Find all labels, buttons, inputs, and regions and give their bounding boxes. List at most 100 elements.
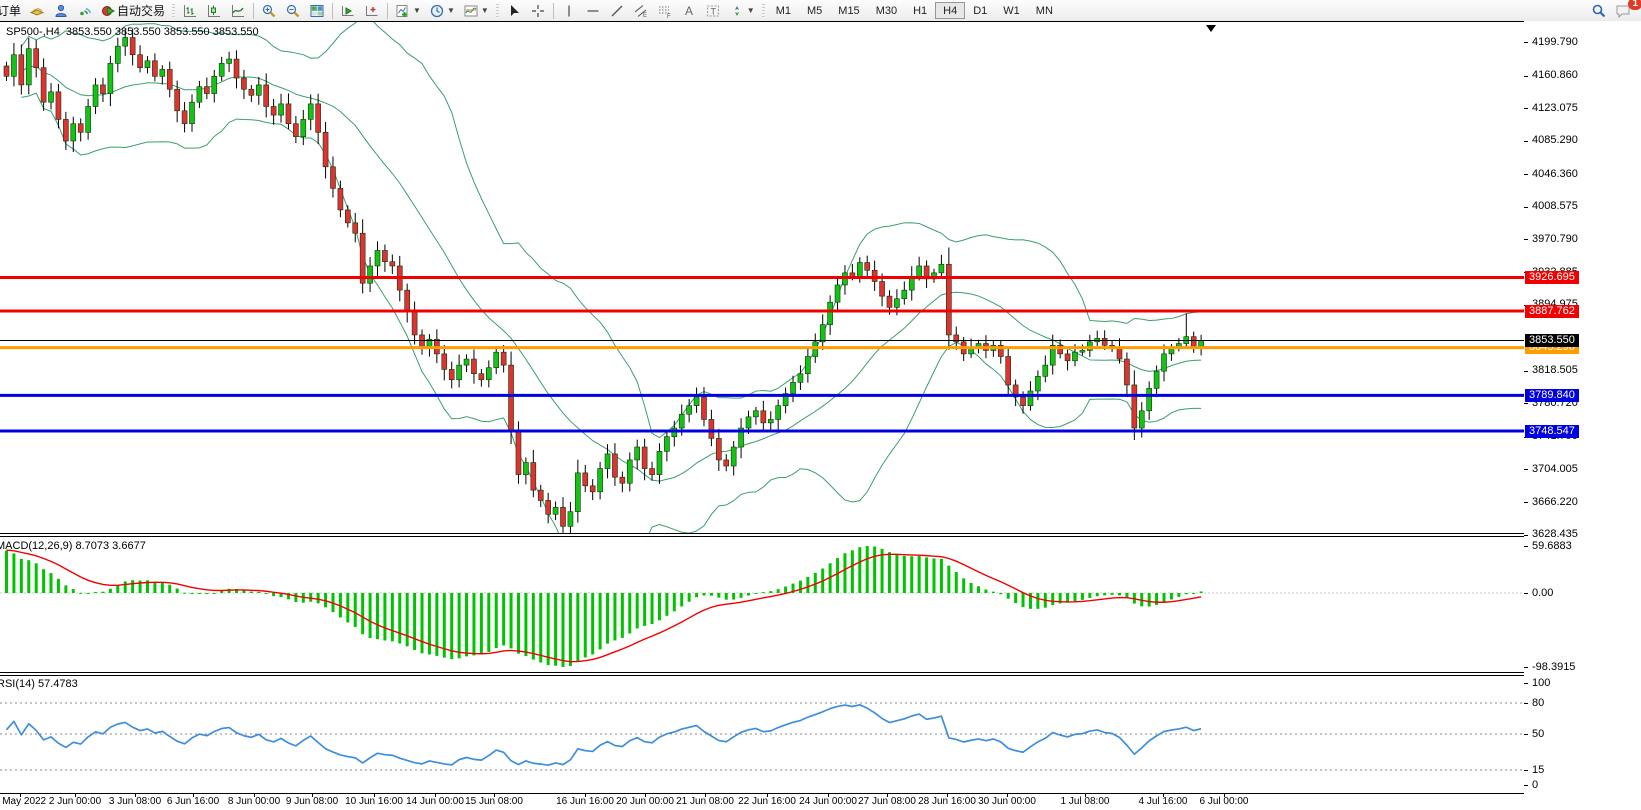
axis-tick bbox=[1524, 76, 1528, 77]
bollinger-lower-line bbox=[21, 93, 1201, 533]
timeframe-w1[interactable]: W1 bbox=[995, 1, 1028, 21]
time-tick bbox=[135, 793, 136, 797]
cursor-tool-icon[interactable] bbox=[503, 2, 525, 20]
time-tick bbox=[20, 793, 21, 797]
panel-divider[interactable] bbox=[0, 533, 1641, 534]
trendline-tool-icon[interactable] bbox=[606, 2, 628, 20]
rsi-tick-label: 80 bbox=[1532, 697, 1544, 710]
time-tick-label: 24 Jun 00:00 bbox=[799, 796, 857, 807]
toolbar-separator bbox=[253, 3, 254, 19]
candles-group bbox=[4, 29, 1204, 533]
auto-scroll-icon[interactable] bbox=[337, 2, 359, 20]
zoom-in-icon[interactable] bbox=[258, 2, 280, 20]
time-tick bbox=[947, 793, 948, 797]
panel-divider[interactable] bbox=[0, 536, 1641, 537]
timeframe-m30[interactable]: M30 bbox=[868, 1, 905, 21]
zoom-out-icon[interactable] bbox=[282, 2, 304, 20]
candlestick-mode-icon[interactable] bbox=[203, 2, 225, 20]
rsi-panel[interactable] bbox=[0, 676, 1524, 794]
autotrading-button[interactable]: 自动交易 bbox=[98, 2, 168, 20]
indicators-button[interactable]: ▼ bbox=[460, 2, 492, 20]
bollinger-middle-line bbox=[21, 66, 1201, 481]
time-tick bbox=[887, 793, 888, 797]
time-tick-label: 2 Jun 00:00 bbox=[49, 796, 101, 807]
axis-tick bbox=[1524, 593, 1528, 594]
svg-text:F: F bbox=[667, 14, 671, 19]
price-axis[interactable]: 4199.7904160.8604123.0754085.2904046.360… bbox=[1524, 21, 1641, 794]
trading-platform-window: 订单 自动交易 bbox=[0, 0, 1641, 810]
macd-tick-label: 59.6883 bbox=[1532, 540, 1572, 553]
axis-tick bbox=[1524, 141, 1528, 142]
bar-shift-marker[interactable] bbox=[1206, 25, 1216, 32]
time-tick bbox=[312, 793, 313, 797]
macd-panel[interactable] bbox=[0, 537, 1524, 672]
new-order-button[interactable]: 订单 bbox=[0, 2, 24, 20]
price-tick-label: 4085.290 bbox=[1532, 134, 1578, 147]
macd-tick-label: 0.00 bbox=[1532, 587, 1553, 600]
chevron-down-icon: ▼ bbox=[747, 6, 755, 15]
toolbar-grip[interactable] bbox=[172, 4, 175, 18]
profiles-button[interactable]: ▼ bbox=[426, 2, 458, 20]
new-chart-button[interactable]: ▼ bbox=[392, 2, 424, 20]
panel-divider[interactable] bbox=[0, 675, 1641, 676]
toolbar-grip[interactable] bbox=[496, 4, 499, 18]
time-tick-label: 6 Jul 00:00 bbox=[1200, 796, 1249, 807]
price-tick-label: 4160.860 bbox=[1532, 69, 1578, 82]
arrows-tool-icon[interactable]: ▼ bbox=[726, 2, 758, 20]
time-tick-label: 27 Jun 08:00 bbox=[858, 796, 916, 807]
signal-icon[interactable] bbox=[74, 2, 96, 20]
timeframe-m1[interactable]: M1 bbox=[768, 1, 799, 21]
time-axis[interactable]: 1 May 20222 Jun 00:003 Jun 08:006 Jun 16… bbox=[0, 794, 1641, 810]
rsi-tick-label: 50 bbox=[1532, 728, 1544, 741]
axis-tick bbox=[1524, 371, 1528, 372]
main-chart-panel[interactable] bbox=[0, 22, 1524, 533]
time-tick-label: 21 Jun 08:00 bbox=[676, 796, 734, 807]
horizontal-lines[interactable] bbox=[0, 277, 1524, 431]
text-tool-icon[interactable]: A bbox=[678, 2, 700, 20]
time-tick bbox=[1163, 793, 1164, 797]
bar-chart-mode-icon[interactable] bbox=[179, 2, 201, 20]
toolbar-grip[interactable] bbox=[762, 4, 765, 18]
timeframe-mn[interactable]: MN bbox=[1028, 1, 1061, 21]
macd-indicator-label: MACD(12,26,9) 8.7073 3.6677 bbox=[0, 540, 146, 552]
crosshair-tool-icon[interactable] bbox=[527, 2, 549, 20]
axis-tick bbox=[1524, 703, 1528, 704]
panel-divider[interactable] bbox=[0, 672, 1641, 673]
axis-tick bbox=[1524, 469, 1528, 470]
price-tick-label: 3666.220 bbox=[1532, 496, 1578, 509]
contacts-icon[interactable] bbox=[50, 2, 72, 20]
timeframe-h4[interactable]: H4 bbox=[935, 2, 965, 19]
rsi-tick-label: 100 bbox=[1532, 677, 1550, 690]
tile-windows-icon[interactable] bbox=[306, 2, 328, 20]
vertical-line-tool-icon[interactable] bbox=[558, 2, 580, 20]
timeframe-d1[interactable]: D1 bbox=[965, 1, 995, 21]
timeframe-m5[interactable]: M5 bbox=[799, 1, 830, 21]
toolbar-separator bbox=[553, 3, 554, 19]
equidistant-channel-tool-icon[interactable]: E bbox=[630, 2, 652, 20]
fibonacci-tool-icon[interactable]: F bbox=[654, 2, 676, 20]
time-tick-label: 3 Jun 08:00 bbox=[109, 796, 161, 807]
price-badge: 3748.547 bbox=[1525, 425, 1579, 438]
price-tick-label: 3704.005 bbox=[1532, 463, 1578, 476]
chat-button[interactable]: 1 bbox=[1612, 2, 1635, 20]
toolbar: 订单 自动交易 bbox=[0, 0, 1641, 22]
time-tick bbox=[1085, 793, 1086, 797]
rsi-tick-label: 15 bbox=[1532, 764, 1544, 777]
gold-bars-icon[interactable] bbox=[26, 2, 48, 20]
search-icon[interactable] bbox=[1588, 2, 1610, 20]
time-tick-label: 20 Jun 00:00 bbox=[616, 796, 674, 807]
chart-shift-icon[interactable] bbox=[361, 2, 383, 20]
timeframe-h1[interactable]: H1 bbox=[905, 1, 935, 21]
macd-tick-label: -98.3915 bbox=[1532, 661, 1575, 674]
autotrading-label: 自动交易 bbox=[117, 2, 165, 19]
line-chart-mode-icon[interactable] bbox=[227, 2, 249, 20]
toolbar-separator bbox=[332, 3, 333, 19]
timeframe-m15[interactable]: M15 bbox=[830, 1, 867, 21]
price-tick-label: 3818.505 bbox=[1532, 364, 1578, 377]
horizontal-line-tool-icon[interactable] bbox=[582, 2, 604, 20]
time-tick-label: 1 May 2022 bbox=[0, 796, 46, 807]
axis-tick bbox=[1524, 667, 1528, 668]
svg-text:E: E bbox=[643, 13, 647, 19]
text-label-tool-icon[interactable]: T bbox=[702, 2, 724, 20]
axis-tick bbox=[1524, 785, 1528, 786]
